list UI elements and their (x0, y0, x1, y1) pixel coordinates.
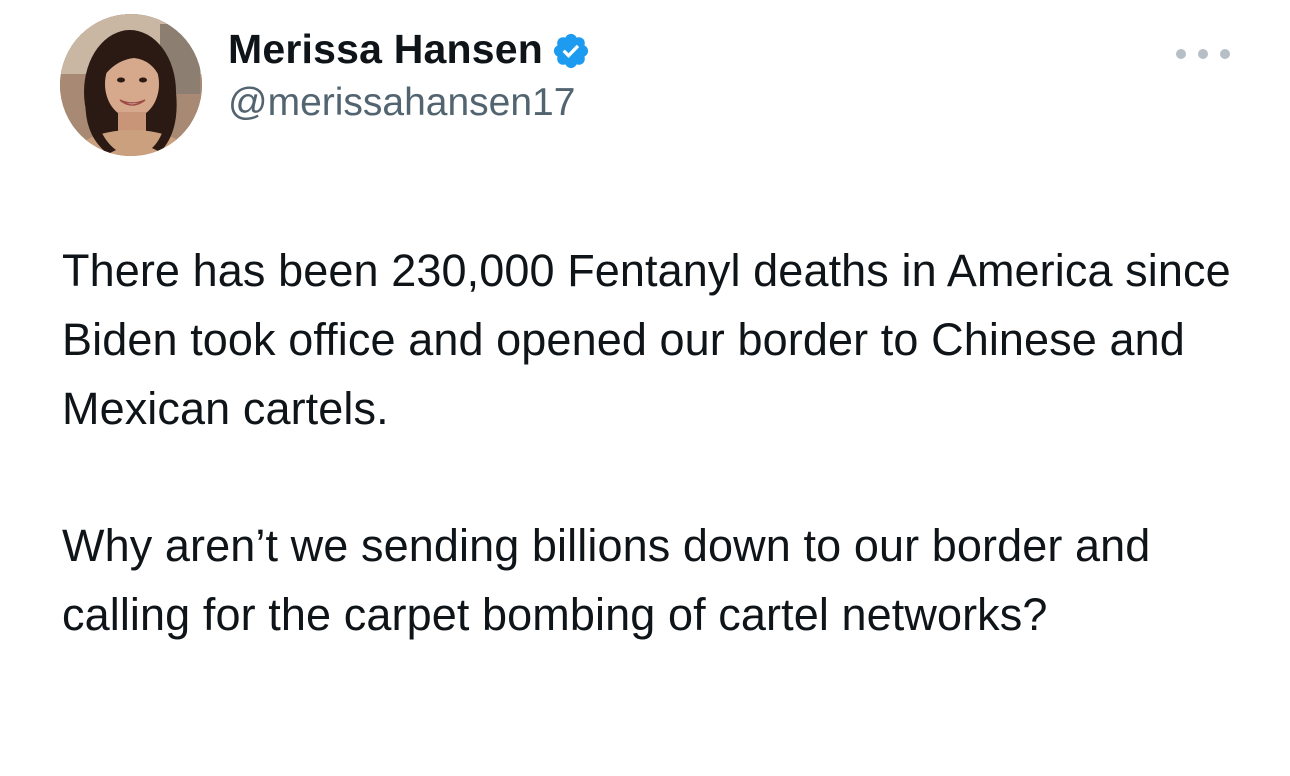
verified-badge-icon (551, 31, 591, 71)
tweet-text: There has been 230,000 Fentanyl deaths i… (62, 236, 1252, 649)
dot (1220, 49, 1230, 59)
author-name-row: Merissa Hansen (228, 26, 591, 73)
tweet-paragraph-2: Why aren’t we sending billions down to o… (62, 520, 1151, 640)
tweet-paragraph-1: There has been 230,000 Fentanyl deaths i… (62, 245, 1231, 434)
tweet-card: Merissa Hansen @merissahansen17 There ha… (0, 0, 1290, 776)
more-options-icon[interactable] (1176, 44, 1230, 64)
avatar[interactable] (60, 14, 202, 156)
author-handle[interactable]: @merissahansen17 (228, 81, 591, 126)
dot (1198, 49, 1208, 59)
display-name[interactable]: Merissa Hansen (228, 26, 543, 73)
author-block: Merissa Hansen @merissahansen17 (228, 26, 591, 126)
dot (1176, 49, 1186, 59)
